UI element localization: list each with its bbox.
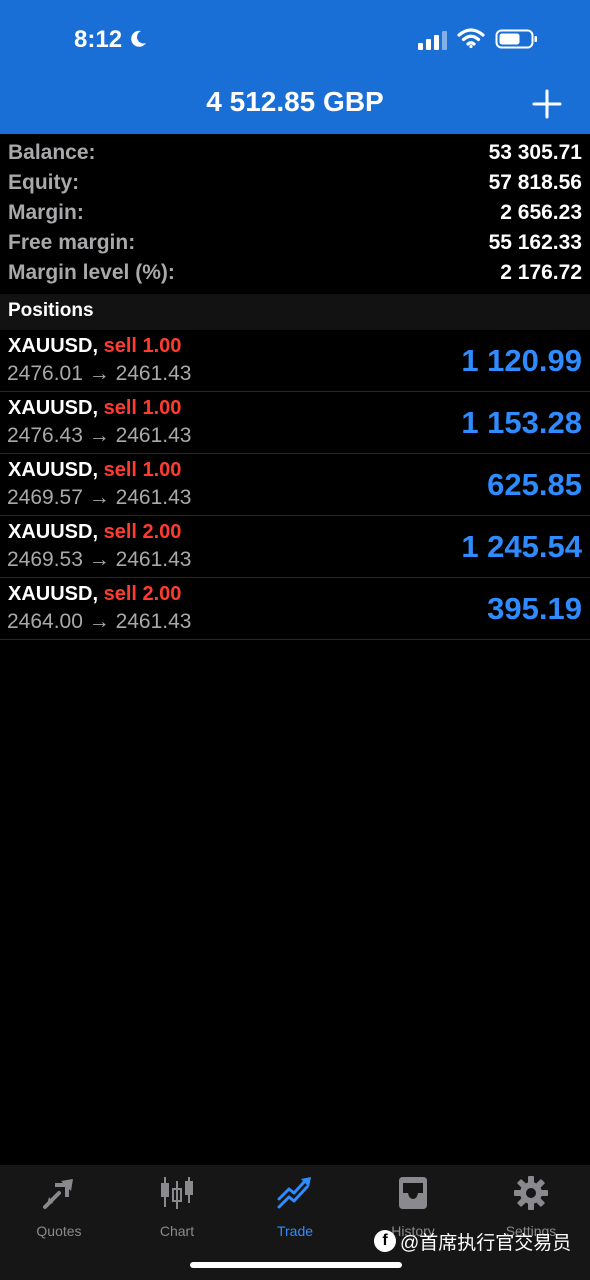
tab-quotes[interactable]: Quotes [0, 1175, 118, 1245]
position-symbol: XAUUSD, [8, 459, 99, 481]
summary-label: Free margin: [8, 231, 136, 254]
position-title: XAUUSD, sell 1.00 [8, 459, 181, 482]
position-row[interactable]: XAUUSD, sell 1.00 2476.01 → 2461.43 1 12… [0, 330, 590, 392]
account-summary: Balance: 53 305.71 Equity: 57 818.56 Mar… [0, 138, 590, 288]
balance-title: 4 512.85 GBP [206, 86, 384, 117]
position-row[interactable]: XAUUSD, sell 2.00 2469.53 → 2461.43 1 24… [0, 516, 590, 578]
summary-label: Equity: [8, 171, 80, 194]
add-icon[interactable] [531, 88, 563, 120]
summary-value: 55 162.33 [488, 231, 582, 254]
wifi-icon [457, 28, 485, 49]
status-time: 8:12 [74, 26, 123, 53]
position-profit: 625.85 [487, 467, 582, 502]
position-profit: 1 245.54 [461, 529, 582, 564]
position-prices: 2476.01 → 2461.43 [7, 362, 192, 385]
watermark-logo-icon: f [374, 1230, 396, 1252]
summary-value: 2 176.72 [500, 261, 582, 284]
summary-row-free-margin: Free margin: 55 162.33 [0, 228, 590, 258]
position-type: sell 1.00 [103, 397, 182, 419]
home-indicator [190, 1262, 402, 1268]
summary-row-margin-level: Margin level (%): 2 176.72 [0, 258, 590, 288]
position-type: sell 2.00 [103, 583, 182, 605]
summary-row-balance: Balance: 53 305.71 [0, 138, 590, 168]
position-profit: 1 120.99 [461, 343, 582, 378]
moon-icon [131, 30, 146, 47]
signal-icon [418, 31, 447, 50]
position-prices: 2469.57 → 2461.43 [7, 486, 192, 509]
position-symbol: XAUUSD, [8, 397, 99, 419]
position-title: XAUUSD, sell 2.00 [8, 521, 181, 544]
summary-label: Margin level (%): [8, 261, 175, 284]
summary-row-margin: Margin: 2 656.23 [0, 198, 590, 228]
summary-row-equity: Equity: 57 818.56 [0, 168, 590, 198]
position-row[interactable]: XAUUSD, sell 2.00 2464.00 → 2461.43 395.… [0, 578, 590, 640]
position-title: XAUUSD, sell 2.00 [8, 583, 181, 606]
position-symbol: XAUUSD, [8, 335, 99, 357]
position-symbol: XAUUSD, [8, 583, 99, 605]
position-symbol: XAUUSD, [8, 521, 99, 543]
positions-header: Positions [0, 294, 590, 330]
position-type: sell 1.00 [103, 459, 182, 481]
summary-label: Margin: [8, 201, 84, 224]
position-prices: 2464.00 → 2461.43 [7, 610, 192, 633]
chart-icon [161, 1177, 193, 1209]
tab-chart[interactable]: Chart [118, 1175, 236, 1245]
tab-label: Chart [159, 1223, 195, 1239]
position-title: XAUUSD, sell 1.00 [8, 335, 181, 358]
summary-value: 2 656.23 [500, 201, 582, 224]
tab-label: Quotes [36, 1223, 82, 1239]
battery-icon [495, 29, 537, 49]
position-prices: 2469.53 → 2461.43 [7, 548, 192, 571]
position-row[interactable]: XAUUSD, sell 1.00 2469.57 → 2461.43 625.… [0, 454, 590, 516]
position-type: sell 2.00 [103, 521, 182, 543]
position-prices: 2476.43 → 2461.43 [7, 424, 192, 447]
history-icon [399, 1177, 427, 1209]
position-profit: 395.19 [487, 591, 582, 626]
position-title: XAUUSD, sell 1.00 [8, 397, 181, 420]
quotes-icon [43, 1179, 73, 1209]
settings-icon [514, 1176, 548, 1210]
tab-label: Trade [276, 1223, 314, 1239]
summary-value: 57 818.56 [488, 171, 582, 194]
trade-icon [277, 1177, 311, 1209]
positions-list: XAUUSD, sell 1.00 2476.01 → 2461.43 1 12… [0, 330, 590, 640]
position-type: sell 1.00 [103, 335, 182, 357]
watermark-text: @首席执行官交易员 [400, 1232, 572, 1254]
summary-value: 53 305.71 [488, 141, 582, 164]
position-profit: 1 153.28 [461, 405, 582, 440]
summary-label: Balance: [8, 141, 96, 164]
app-header: 8:12 4 512.85 GBP [0, 0, 590, 134]
watermark: f @首席执行官交易员 [374, 1228, 571, 1254]
tab-trade[interactable]: Trade [236, 1175, 354, 1245]
position-row[interactable]: XAUUSD, sell 1.00 2476.43 → 2461.43 1 15… [0, 392, 590, 454]
